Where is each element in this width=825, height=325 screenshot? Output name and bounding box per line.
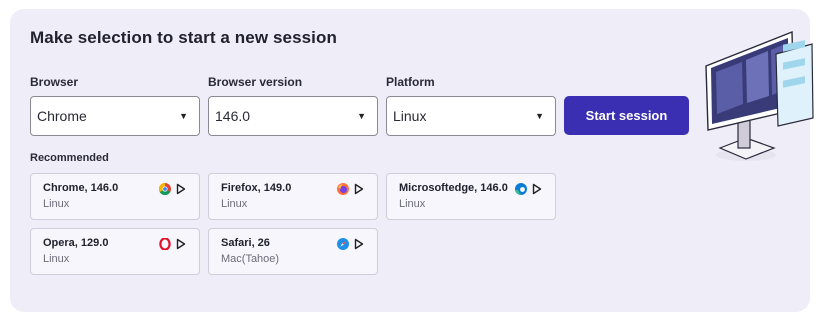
page-title: Make selection to start a new session bbox=[30, 28, 337, 47]
card-os: Linux bbox=[43, 198, 70, 210]
card-name: Safari, 26 bbox=[221, 237, 270, 249]
platform-select[interactable]: Linux ▼ bbox=[386, 96, 556, 136]
browser-version-select-value: 146.0 bbox=[215, 108, 251, 124]
recommended-card-opera[interactable]: Opera, 129.0 Linux bbox=[30, 228, 200, 275]
edge-icon bbox=[515, 183, 527, 195]
play-icon[interactable] bbox=[176, 183, 186, 195]
card-name: Chrome, 146.0 bbox=[43, 182, 119, 194]
browser-select[interactable]: Chrome ▼ bbox=[30, 96, 200, 136]
play-icon[interactable] bbox=[532, 183, 542, 195]
opera-icon bbox=[159, 238, 171, 250]
chevron-down-icon: ▼ bbox=[357, 111, 366, 121]
card-os: Linux bbox=[221, 198, 248, 210]
play-icon[interactable] bbox=[354, 183, 364, 195]
platform-select-value: Linux bbox=[393, 108, 427, 124]
recommended-card-chrome[interactable]: Chrome, 146.0 Linux bbox=[30, 173, 200, 220]
safari-icon bbox=[337, 238, 349, 250]
card-os: Linux bbox=[43, 253, 70, 265]
card-name: Firefox, 149.0 bbox=[221, 182, 292, 194]
browser-version-select[interactable]: 146.0 ▼ bbox=[208, 96, 378, 136]
recommended-card-firefox[interactable]: Firefox, 149.0 Linux bbox=[208, 173, 378, 220]
recommended-card-safari[interactable]: Safari, 26 Mac(Tahoe) bbox=[208, 228, 378, 275]
play-icon[interactable] bbox=[176, 238, 186, 250]
card-os: Mac(Tahoe) bbox=[221, 253, 280, 265]
recommended-card-edge[interactable]: Microsoftedge, 146.0 Linux bbox=[386, 173, 556, 220]
card-name: Microsoftedge, 146.0 bbox=[399, 182, 508, 194]
card-os: Linux bbox=[399, 198, 426, 210]
firefox-icon bbox=[337, 183, 349, 195]
chevron-down-icon: ▼ bbox=[535, 111, 544, 121]
browser-label: Browser bbox=[30, 75, 79, 89]
card-name: Opera, 129.0 bbox=[43, 237, 109, 249]
recommended-label: Recommended bbox=[30, 152, 109, 164]
browser-select-value: Chrome bbox=[37, 108, 87, 124]
chrome-icon bbox=[159, 183, 171, 195]
play-icon[interactable] bbox=[354, 238, 364, 250]
monitor-illustration bbox=[705, 30, 814, 161]
browser-version-label: Browser version bbox=[208, 75, 303, 89]
start-session-button[interactable]: Start session bbox=[564, 96, 689, 135]
platform-label: Platform bbox=[386, 75, 435, 89]
chevron-down-icon: ▼ bbox=[179, 111, 188, 121]
